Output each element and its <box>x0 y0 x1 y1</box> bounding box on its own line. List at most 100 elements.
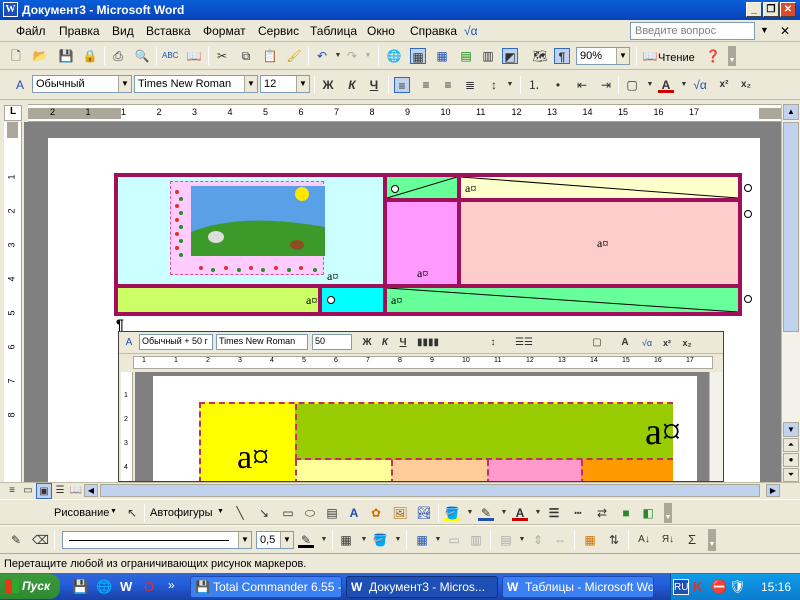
save-icon[interactable]: 💾 <box>58 48 74 64</box>
rectangle-icon[interactable]: ▭ <box>280 505 296 521</box>
maximize-button[interactable]: ❐ <box>763 2 779 17</box>
borders-dropdown-icon[interactable]: ▼ <box>642 77 658 93</box>
quick-launch-ie-icon[interactable]: 🌐 <box>96 579 112 595</box>
quick-launch-word-icon[interactable]: W <box>120 579 132 594</box>
insert-table-arrow-icon[interactable]: ▼ <box>430 532 446 548</box>
table-cell-pale-yellow[interactable]: a¤ <box>461 177 738 198</box>
bullets-icon[interactable]: • <box>550 77 566 93</box>
split-cells-icon[interactable]: ▥ <box>468 532 484 548</box>
reading-view-icon[interactable]: 📖 <box>68 483 84 499</box>
vertical-ruler[interactable]: 1 2 3 4 5 6 7 8 <box>4 122 22 482</box>
minimize-button[interactable]: _ <box>746 2 762 17</box>
style-combo[interactable]: Обычный ▼ <box>32 75 132 93</box>
menu-window[interactable]: Окно <box>367 24 395 38</box>
print-preview-icon[interactable]: 🔍 <box>134 48 150 64</box>
menu-edit[interactable]: Правка <box>59 24 100 38</box>
ask-dropdown-icon[interactable]: ▼ <box>760 25 769 35</box>
reading-button[interactable]: Чтение <box>658 52 695 64</box>
line-icon[interactable]: ╲ <box>232 505 248 521</box>
bold-button[interactable]: Ж <box>320 77 336 93</box>
start-button[interactable]: Пуск <box>0 574 60 599</box>
redo-icon[interactable]: ↷ <box>344 48 360 64</box>
show-formatting-icon[interactable]: ¶ <box>554 48 570 64</box>
menu-insert[interactable]: Вставка <box>146 24 191 38</box>
horizontal-ruler[interactable]: 2 1 1 2 3 4 5 6 7 8 9 10 11 12 13 14 15 16 17 <box>28 104 784 122</box>
browse-object-icon[interactable]: ● <box>783 453 799 467</box>
scroll-thumb[interactable] <box>783 122 799 332</box>
network-icon[interactable]: ⛔ <box>711 579 727 595</box>
table-cell-cyan[interactable] <box>322 288 383 312</box>
task-document3[interactable]: W Документ3 - Micros... <box>346 576 498 598</box>
table-cell-salmon[interactable]: a¤ <box>461 202 738 284</box>
language-indicator[interactable]: RU <box>673 579 689 595</box>
dash-style-icon[interactable]: ┅ <box>570 505 586 521</box>
scroll-left-icon[interactable]: ◀ <box>84 484 98 497</box>
toolbar-options-icon[interactable]: ▼ <box>728 46 736 66</box>
reading-icon[interactable]: 📖 <box>642 48 658 64</box>
insert-table-dropdown-icon[interactable]: ▦ <box>414 532 430 548</box>
next-page-icon[interactable]: ⏷ <box>783 468 799 482</box>
outside-border-icon[interactable]: ▦ <box>338 532 354 548</box>
fill-color-dropdown-icon[interactable]: ▼ <box>462 505 478 521</box>
fill-color-icon[interactable]: 🪣 <box>444 505 460 521</box>
line-color-dropdown-icon[interactable]: ▼ <box>496 505 512 521</box>
sort-descending-icon[interactable]: Я↓ <box>660 532 676 548</box>
line-spacing-dropdown-icon[interactable]: ▼ <box>502 77 518 93</box>
equation-toolbar-icon[interactable]: √α <box>692 77 708 93</box>
menu-help[interactable]: Справка <box>410 24 457 38</box>
font-color-dropdown-icon[interactable]: ▼ <box>676 77 692 93</box>
table-cell-lime[interactable]: a¤ <box>118 288 318 312</box>
insert-table-icon[interactable]: ▦ <box>434 48 450 64</box>
underline-button[interactable]: Ч <box>366 77 382 93</box>
normal-view-icon[interactable]: ≡ <box>4 483 20 499</box>
hscroll-thumb[interactable] <box>100 484 760 497</box>
table-cell-picture[interactable]: a¤ <box>118 177 383 284</box>
align-cell-icon[interactable]: ▤ <box>498 532 514 548</box>
font-combo[interactable]: Times New Roman ▼ <box>134 75 258 93</box>
main-table[interactable]: a¤ a¤ a¤ a¤ a¤ a¤ <box>114 173 742 316</box>
document-map-icon[interactable]: 🗺 <box>532 48 548 64</box>
hyperlink-icon[interactable]: 🌐 <box>386 48 402 64</box>
line-style-icon[interactable]: ☰ <box>546 505 562 521</box>
distribute-columns-icon[interactable]: ⇔ <box>552 532 568 548</box>
shading-icon[interactable]: 🪣 <box>372 532 388 548</box>
draw-table-icon[interactable]: ✎ <box>8 532 24 548</box>
3d-style-icon[interactable]: ◧ <box>640 505 656 521</box>
vertical-scrollbar[interactable]: ▲ ▼ ⏶ ● ⏷ <box>781 104 800 484</box>
redo-dropdown-icon[interactable]: ▼ <box>360 48 376 64</box>
draw-font-color-icon[interactable]: A <box>512 505 528 521</box>
draw-font-color-dropdown-icon[interactable]: ▼ <box>530 505 546 521</box>
decrease-indent-icon[interactable]: ⇤ <box>574 77 590 93</box>
select-objects-icon[interactable]: ↖ <box>124 505 140 521</box>
menu-table[interactable]: Таблица <box>310 24 357 38</box>
text-direction-icon[interactable]: ⇅ <box>606 532 622 548</box>
zoom-combo[interactable]: 90% ▼ <box>576 47 630 65</box>
arrow-style-icon[interactable]: ⇄ <box>594 505 610 521</box>
styles-pane-icon[interactable]: A <box>12 77 28 93</box>
picture-frame[interactable] <box>170 181 325 276</box>
table-cell-green-small[interactable] <box>387 177 457 198</box>
justify-icon[interactable]: ≣ <box>462 77 478 93</box>
drawing-dropdown-icon[interactable]: ▼ <box>110 508 117 515</box>
spelling-icon[interactable]: ABC <box>162 48 178 64</box>
align-center-icon[interactable]: ≡ <box>418 77 434 93</box>
research-icon[interactable]: 📖 <box>186 48 202 64</box>
numbering-icon[interactable]: ⒈ <box>526 77 542 93</box>
table-autoformat-icon[interactable]: ▦ <box>582 532 598 548</box>
equation-icon[interactable]: √α <box>464 24 478 38</box>
quick-launch-opera-icon[interactable]: O <box>144 579 154 594</box>
sort-ascending-icon[interactable]: A↓ <box>636 532 652 548</box>
autosum-icon[interactable]: Σ <box>684 532 700 548</box>
landscape-picture[interactable] <box>171 182 325 276</box>
shading-dropdown-icon[interactable]: ▼ <box>390 532 406 548</box>
cut-icon[interactable]: ✂ <box>214 48 230 64</box>
textbox-icon[interactable]: ▤ <box>324 505 340 521</box>
autoshapes-menu-button[interactable]: Автофигуры <box>150 507 213 519</box>
format-painter-icon[interactable]: 🖌 <box>286 48 302 64</box>
increase-indent-icon[interactable]: ⇥ <box>598 77 614 93</box>
columns-icon[interactable]: ▥ <box>480 48 496 64</box>
horizontal-scrollbar[interactable]: ≡ ▭ ▣ ☰ 📖 ◀ ▶ <box>0 482 800 499</box>
tab-selector[interactable]: L <box>4 105 22 121</box>
undo-icon[interactable]: ↶ <box>314 48 330 64</box>
drawing-menu-button[interactable]: Рисование <box>54 507 109 519</box>
